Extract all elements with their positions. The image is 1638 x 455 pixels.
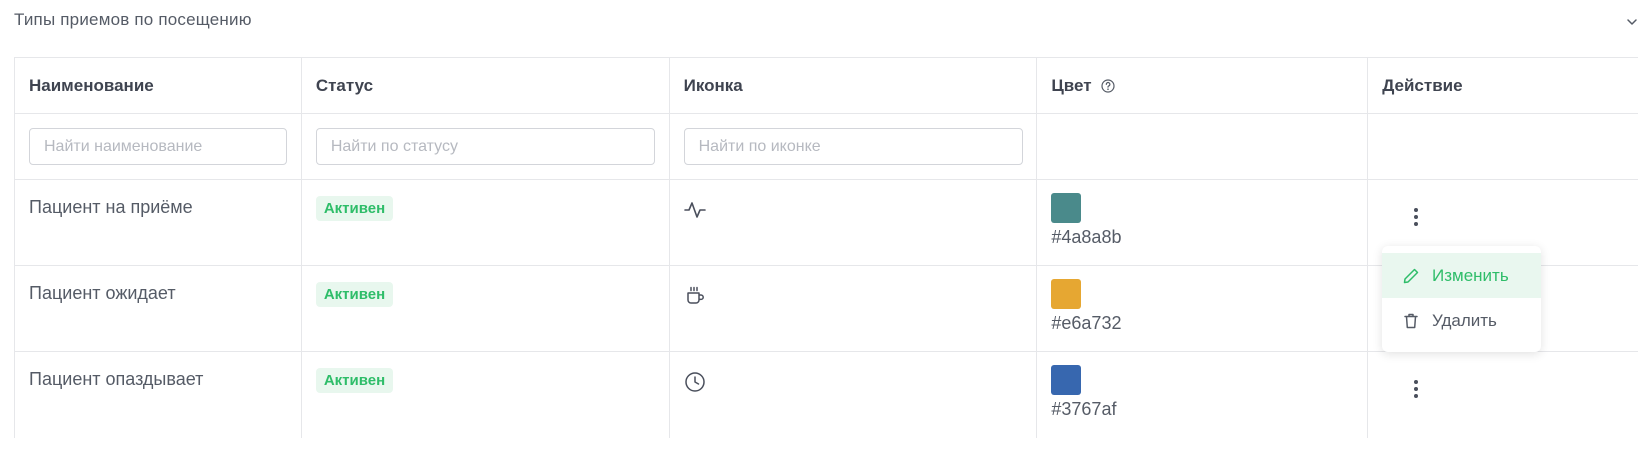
kebab-dot [1414, 222, 1419, 226]
cell-color: #3767af [1037, 352, 1369, 438]
column-header-status[interactable]: Статус [302, 58, 670, 113]
column-header-name[interactable]: Наименование [15, 58, 302, 113]
cell-status: Активен [302, 180, 670, 265]
menu-item-edit-label: Изменить [1432, 265, 1509, 285]
row-name: Пациент ожидает [29, 283, 176, 303]
chevron-down-icon[interactable] [1626, 16, 1638, 28]
section-title: Типы приемов по посещению [14, 10, 252, 29]
menu-item-delete-label: Удалить [1432, 310, 1497, 330]
color-swatch [1051, 365, 1082, 395]
table-filter-row [15, 114, 1638, 180]
kebab-dot [1414, 215, 1419, 219]
kebab-dot [1414, 208, 1419, 212]
cell-icon [670, 180, 1038, 265]
cell-action [1368, 352, 1638, 438]
icon-filter-input[interactable] [683, 128, 1023, 165]
cell-name: Пациент на приёме [15, 180, 302, 265]
color-hex: #4a8a8b [1051, 227, 1122, 247]
row-name: Пациент на приёме [29, 197, 193, 217]
activity-pulse-icon [683, 202, 706, 218]
color-hex: #3767af [1051, 399, 1117, 419]
filter-cell-icon [670, 114, 1038, 179]
cell-color: #e6a732 [1037, 266, 1369, 351]
kebab-dot [1414, 394, 1419, 398]
filter-cell-name [15, 114, 302, 179]
table-row[interactable]: Пациент опаздывает Активен #3767af [15, 352, 1638, 438]
cell-status: Активен [302, 266, 670, 351]
row-actions-button[interactable] [1401, 204, 1431, 230]
status-badge: Активен [315, 368, 394, 393]
row-actions-menu: Изменить Удалить [1382, 246, 1541, 352]
clock-icon [684, 372, 705, 392]
cell-icon [670, 266, 1038, 351]
color-swatch [1051, 193, 1082, 223]
filter-cell-color [1037, 114, 1369, 179]
column-header-icon[interactable]: Иконка [670, 58, 1038, 113]
column-header-color[interactable]: Цвет [1037, 58, 1369, 113]
status-badge: Активен [315, 282, 394, 307]
status-filter-input[interactable] [315, 128, 655, 165]
menu-item-delete[interactable]: Удалить [1382, 298, 1541, 343]
column-header-color-label: Цвет [1051, 76, 1092, 95]
filter-cell-status [302, 114, 670, 179]
cell-color: #4a8a8b [1037, 180, 1369, 265]
cell-icon [670, 352, 1038, 438]
question-circle-icon[interactable] [1101, 79, 1115, 93]
color-hex: #e6a732 [1051, 313, 1122, 333]
kebab-dot [1414, 380, 1419, 384]
menu-item-edit[interactable]: Изменить [1382, 253, 1541, 298]
trash-icon [1404, 313, 1418, 328]
cell-status: Активен [302, 352, 670, 438]
status-badge: Активен [315, 196, 394, 221]
column-header-action: Действие [1382, 76, 1463, 95]
row-name: Пациент опаздывает [29, 369, 204, 389]
cell-name: Пациент ожидает [15, 266, 302, 351]
name-filter-input[interactable] [29, 128, 287, 165]
coffee-cup-icon [686, 286, 704, 304]
filter-cell-action [1368, 114, 1638, 179]
kebab-dot [1414, 387, 1419, 391]
pencil-icon [1403, 268, 1419, 283]
section-header[interactable]: Типы приемов по посещению [14, 0, 1638, 40]
row-actions-button[interactable] [1401, 376, 1431, 402]
table-header-row: Наименование Статус Иконка Цвет Действие [15, 58, 1638, 114]
cell-name: Пациент опаздывает [15, 352, 302, 438]
color-swatch [1051, 279, 1082, 309]
